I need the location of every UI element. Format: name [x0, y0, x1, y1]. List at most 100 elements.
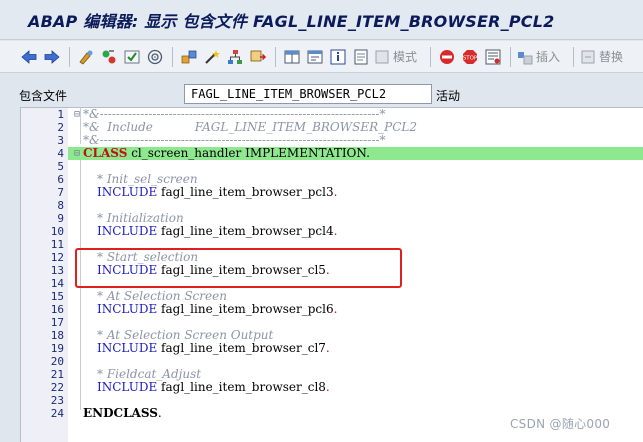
code-line[interactable]: 22 INCLUDE fagl_line_item_browser_cl8. [21, 381, 643, 395]
application-toolbar: 模式 STOP 插入 替换 [0, 41, 643, 73]
code-identifier: cl_screen_handler IMPLEMENTATION. [127, 146, 370, 160]
code-identifier: fagl_line_item_browser_pcl6 [157, 302, 334, 316]
line-number: 6 [57, 173, 64, 186]
watermark: CSDN @随心000 [510, 417, 611, 431]
line-number: 14 [50, 277, 64, 290]
code-text: INCLUDE fagl_line_item_browser_pcl4. [97, 225, 337, 238]
template-icon[interactable] [350, 46, 372, 68]
line-number: 10 [50, 225, 64, 238]
info-icon[interactable] [327, 46, 349, 68]
check-syntax-icon[interactable] [121, 46, 143, 68]
line-number: 5 [57, 160, 64, 173]
magic-wand-icon[interactable] [201, 46, 223, 68]
line-number: 11 [50, 238, 64, 251]
line-number: 21 [50, 368, 64, 381]
replace-label: 替换 [599, 50, 624, 64]
code-text: ENDCLASS. [83, 407, 162, 420]
toolbar-separator [573, 46, 575, 67]
code-period: . [333, 185, 338, 199]
code-text: CLASS cl_screen_handler IMPLEMENTATION. [83, 147, 370, 160]
code-keyword: CLASS [83, 146, 128, 160]
replace-button[interactable]: 替换 [579, 48, 623, 66]
svg-text:STOP: STOP [463, 55, 478, 61]
toolbar-separator [430, 46, 432, 67]
code-identifier: fagl_line_item_browser_cl7 [157, 341, 326, 355]
line-number: 22 [50, 381, 64, 394]
code-keyword: INCLUDE [97, 302, 158, 316]
line-number: 8 [57, 199, 64, 212]
code-text: INCLUDE fagl_line_item_browser_cl8. [97, 381, 330, 394]
hierarchy-icon[interactable] [224, 46, 246, 68]
toolbar-separator [510, 46, 512, 67]
code-line[interactable]: 16 INCLUDE fagl_line_item_browser_pcl6. [21, 303, 643, 317]
line-number: 24 [50, 407, 64, 420]
replace-icon [581, 50, 595, 63]
stop-icon[interactable] [436, 46, 458, 68]
code-period: . [333, 224, 338, 238]
toolbar-separator [275, 46, 276, 67]
toolbar-separator [172, 46, 173, 67]
code-identifier: fagl_line_item_browser_cl8 [157, 380, 326, 394]
line-number: 20 [50, 355, 64, 368]
line-number: 23 [50, 394, 64, 407]
code-keyword: INCLUDE [97, 224, 158, 238]
include-label: 包含文件 [19, 89, 68, 103]
active-inactive-icon[interactable] [98, 46, 120, 68]
object-list-icon[interactable] [178, 46, 200, 68]
status-text: 活动 [436, 89, 461, 103]
insert-icon [518, 51, 533, 64]
fold-toggle-icon[interactable]: ⊟ [74, 147, 80, 160]
include-name-field[interactable]: FAGL_LINE_ITEM_BROWSER_PCL2 [184, 84, 432, 104]
code-keyword: INCLUDE [97, 380, 158, 394]
mode-label: 模式 [393, 50, 418, 64]
title-bar: ABAP 编辑器: 显示 包含文件 FAGL_LINE_ITEM_BROWSER… [0, 0, 643, 40]
display-object-icon[interactable] [304, 46, 326, 68]
window-title: ABAP 编辑器: 显示 包含文件 FAGL_LINE_ITEM_BROWSER… [28, 11, 555, 31]
code-period: . [325, 341, 330, 355]
line-number: 1 [57, 108, 64, 121]
code-text: INCLUDE fagl_line_item_browser_cl7. [97, 342, 330, 355]
line-number: 18 [50, 329, 64, 342]
mode-button[interactable]: 模式 [373, 48, 417, 66]
toolbar-separator [69, 46, 70, 67]
code-line[interactable]: 19 INCLUDE fagl_line_item_browser_cl7. [21, 342, 643, 356]
code-identifier: fagl_line_item_browser_pcl3 [157, 185, 334, 199]
line-number: 9 [57, 212, 64, 225]
line-number: 19 [50, 342, 64, 355]
pattern-icon[interactable] [482, 46, 504, 68]
code-period: . [333, 302, 338, 316]
fold-toggle-icon[interactable]: ⊟ [74, 108, 80, 121]
code-keyword: INCLUDE [97, 341, 158, 355]
code-keyword: INCLUDE [97, 185, 158, 199]
split-screen-icon[interactable] [281, 46, 303, 68]
code-keyword: ENDCLASS [83, 406, 158, 420]
code-line[interactable]: 4 ⊟ CLASS cl_screen_handler IMPLEMENTATION… [21, 147, 643, 161]
line-number: 12 [50, 251, 64, 264]
insert-button[interactable]: 插入 [516, 48, 560, 66]
line-number: 15 [50, 290, 64, 303]
back-arrow-icon[interactable] [18, 46, 40, 68]
stop-watchpoint-icon[interactable]: STOP [459, 46, 481, 68]
line-number: 17 [50, 316, 64, 329]
include-field-row: 包含文件 FAGL_LINE_ITEM_BROWSER_PCL2 活动 [0, 84, 643, 106]
line-number: 16 [50, 303, 64, 316]
navigation-window-icon[interactable] [247, 46, 269, 68]
where-used-icon[interactable] [144, 46, 166, 68]
selection-annotation-box [75, 248, 402, 288]
line-number: 4 [57, 147, 64, 160]
code-period: . [157, 406, 162, 420]
mode-icon [375, 50, 389, 63]
code-line[interactable]: 7 INCLUDE fagl_line_item_browser_pcl3. [21, 186, 643, 200]
line-number: 7 [57, 186, 64, 199]
code-identifier: fagl_line_item_browser_pcl4 [157, 224, 334, 238]
code-text: INCLUDE fagl_line_item_browser_pcl3. [97, 186, 337, 199]
line-number: 3 [57, 134, 64, 147]
forward-arrow-icon[interactable] [41, 46, 63, 68]
line-number: 13 [50, 264, 64, 277]
code-period: . [325, 380, 330, 394]
insert-label: 插入 [536, 50, 561, 64]
code-line[interactable]: 10 INCLUDE fagl_line_item_browser_pcl4. [21, 225, 643, 239]
code-text: INCLUDE fagl_line_item_browser_pcl6. [97, 303, 337, 316]
display-change-icon[interactable] [75, 46, 97, 68]
line-number: 2 [57, 121, 64, 134]
